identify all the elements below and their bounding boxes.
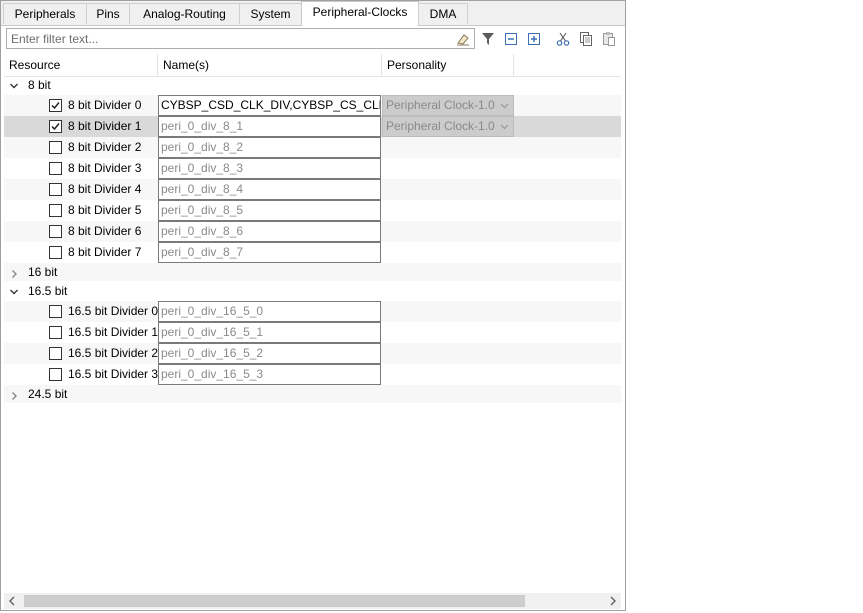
personality-value: Peripheral Clock-1.0	[386, 119, 495, 133]
tree-item-row[interactable]: 8 bit Divider 7 peri_0_div_8_7	[4, 242, 621, 263]
personality-value: Peripheral Clock-1.0	[386, 98, 495, 112]
name-field[interactable]: peri_0_div_16_5_2	[158, 343, 381, 364]
tab-peripheral-clocks[interactable]: Peripheral-Clocks	[301, 1, 419, 26]
name-field[interactable]: peri_0_div_8_1	[158, 116, 381, 137]
tab-dma[interactable]: DMA	[418, 3, 468, 24]
tree-item-row[interactable]: 8 bit Divider 2 peri_0_div_8_2	[4, 137, 621, 158]
checkbox-unchecked[interactable]	[49, 183, 62, 196]
resource-label: 8 bit Divider 0	[68, 98, 142, 112]
tab-label: Analog-Routing	[143, 7, 226, 21]
tree-group-row[interactable]: 24.5 bit	[4, 385, 621, 403]
tab-system[interactable]: System	[239, 3, 302, 24]
filter-input[interactable]	[6, 28, 475, 49]
resource-label: 16.5 bit Divider 2	[68, 346, 159, 360]
group-label: 24.5 bit	[28, 387, 68, 401]
scroll-right-icon[interactable]	[605, 593, 621, 609]
checkbox-unchecked[interactable]	[49, 305, 62, 318]
chevron-down-icon[interactable]	[8, 281, 20, 302]
tab-label: DMA	[429, 7, 457, 21]
checkbox-unchecked[interactable]	[49, 162, 62, 175]
scroll-left-icon[interactable]	[4, 593, 20, 609]
column-header-resource[interactable]: Resource	[4, 54, 158, 76]
tree-group-row[interactable]: 8 bit	[4, 75, 621, 95]
checkbox-unchecked[interactable]	[49, 368, 62, 381]
chevron-down-icon[interactable]	[8, 75, 20, 96]
checkbox-unchecked[interactable]	[49, 141, 62, 154]
name-field[interactable]: peri_0_div_8_6	[158, 221, 381, 242]
resource-label: 16.5 bit Divider 0	[68, 304, 159, 318]
peripheral-clocks-panel: Peripherals Pins Analog-Routing System P…	[0, 0, 626, 611]
tree-item-row[interactable]: 16.5 bit Divider 3 peri_0_div_16_5_3	[4, 364, 621, 385]
copy-icon[interactable]	[577, 30, 595, 48]
filter-icon[interactable]	[479, 30, 497, 48]
tab-peripherals[interactable]: Peripherals	[3, 3, 87, 24]
tab-label: Pins	[96, 7, 120, 21]
tree-item-row[interactable]: 16.5 bit Divider 0 peri_0_div_16_5_0	[4, 301, 621, 322]
tab-label: Peripherals	[14, 7, 76, 21]
checkmark-icon	[51, 102, 60, 110]
tab-label: Peripheral-Clocks	[312, 5, 408, 19]
resource-label: 8 bit Divider 7	[68, 245, 142, 259]
name-field[interactable]: peri_0_div_8_2	[158, 137, 381, 158]
eraser-icon[interactable]	[454, 30, 472, 48]
checkbox-checked[interactable]	[49, 120, 62, 133]
name-field[interactable]: peri_0_div_16_5_3	[158, 364, 381, 385]
name-field[interactable]: peri_0_div_8_4	[158, 179, 381, 200]
horizontal-scrollbar[interactable]	[4, 593, 621, 609]
tree-item-row[interactable]: 16.5 bit Divider 1 peri_0_div_16_5_1	[4, 322, 621, 343]
resource-label: 8 bit Divider 1	[68, 119, 142, 133]
checkmark-icon	[51, 123, 60, 131]
resource-label: 16.5 bit Divider 3	[68, 367, 159, 381]
name-field[interactable]: peri_0_div_8_3	[158, 158, 381, 179]
tab-pins[interactable]: Pins	[86, 3, 130, 24]
personality-select[interactable]: Peripheral Clock-1.0	[382, 95, 514, 116]
resource-label: 8 bit Divider 3	[68, 161, 142, 175]
group-label: 16 bit	[28, 265, 58, 279]
tree-group-row[interactable]: 16.5 bit	[4, 281, 621, 301]
name-field[interactable]: peri_0_div_8_7	[158, 242, 381, 263]
tree-item-row[interactable]: 8 bit Divider 5 peri_0_div_8_5	[4, 200, 621, 221]
scrollbar-thumb[interactable]	[24, 595, 525, 607]
checkbox-unchecked[interactable]	[49, 326, 62, 339]
tree-table-header: Resource Name(s) Personality	[4, 54, 621, 77]
tree-item-row[interactable]: 16.5 bit Divider 2 peri_0_div_16_5_2	[4, 343, 621, 364]
resource-label: 8 bit Divider 5	[68, 203, 142, 217]
paste-icon[interactable]	[600, 30, 618, 48]
group-label: 16.5 bit	[28, 284, 68, 298]
column-header-personality[interactable]: Personality	[382, 54, 514, 76]
resource-label: 8 bit Divider 2	[68, 140, 142, 154]
resource-label: 16.5 bit Divider 1	[68, 325, 159, 339]
tab-label: System	[250, 7, 291, 21]
resource-label: 8 bit Divider 6	[68, 224, 142, 238]
tree-item-row[interactable]: 8 bit Divider 3 peri_0_div_8_3	[4, 158, 621, 179]
name-field[interactable]: peri_0_div_16_5_0	[158, 301, 381, 322]
chevron-right-icon[interactable]	[8, 385, 20, 406]
personality-select[interactable]: Peripheral Clock-1.0	[382, 116, 514, 137]
collapse-all-icon[interactable]	[502, 30, 520, 48]
checkbox-unchecked[interactable]	[49, 225, 62, 238]
name-field[interactable]: peri_0_div_8_5	[158, 200, 381, 221]
tree-group-row[interactable]: 16 bit	[4, 263, 621, 281]
name-field[interactable]: CYBSP_CSD_CLK_DIV,CYBSP_CS_CLK_DIV	[158, 95, 381, 116]
group-label: 8 bit	[28, 78, 51, 92]
checkbox-unchecked[interactable]	[49, 347, 62, 360]
tab-analog-routing[interactable]: Analog-Routing	[129, 3, 240, 24]
checkbox-unchecked[interactable]	[49, 246, 62, 259]
tree-item-row[interactable]: 8 bit Divider 0 CYBSP_CSD_CLK_DIV,CYBSP_C…	[4, 95, 621, 116]
expand-all-icon[interactable]	[525, 30, 543, 48]
cut-icon[interactable]	[554, 30, 572, 48]
tab-bar: Peripherals Pins Analog-Routing System P…	[1, 1, 625, 26]
tree-item-row[interactable]: 8 bit Divider 6 peri_0_div_8_6	[4, 221, 621, 242]
name-field[interactable]: peri_0_div_16_5_1	[158, 322, 381, 343]
tree-item-row[interactable]: 8 bit Divider 1 peri_0_div_8_1 Peripheral …	[4, 116, 621, 137]
resource-label: 8 bit Divider 4	[68, 182, 142, 196]
checkbox-unchecked[interactable]	[49, 204, 62, 217]
checkbox-checked[interactable]	[49, 99, 62, 112]
tree-item-row[interactable]: 8 bit Divider 4 peri_0_div_8_4	[4, 179, 621, 200]
column-header-names[interactable]: Name(s)	[158, 54, 382, 76]
